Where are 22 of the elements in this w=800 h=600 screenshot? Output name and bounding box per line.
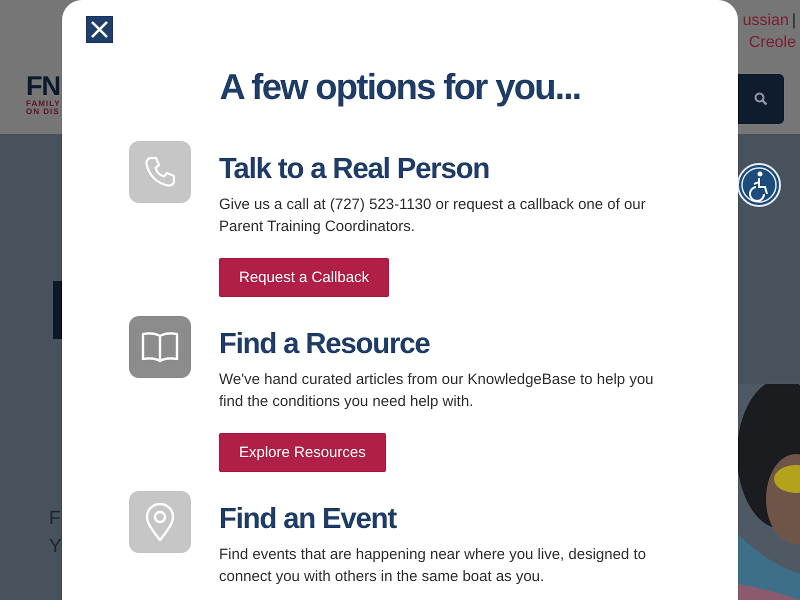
close-icon xyxy=(90,20,109,39)
separator: | xyxy=(792,12,796,30)
option-button[interactable]: Request a Callback xyxy=(219,258,390,297)
option-description: Give us a call at (727) 523-1130 or request a callback one of our Parent Training Coordinators. xyxy=(219,195,647,237)
close-button[interactable] xyxy=(86,16,113,43)
logo-tagline: ON DIS xyxy=(26,108,61,116)
option-description: Find events that are happening near where you live, designed to connect you with others in the same boat as you. xyxy=(219,545,647,587)
option-heading: Find an Event xyxy=(219,502,396,536)
option-description: We've hand curated articles from our KnowledgeBase to help you find the conditions you need help with. xyxy=(219,370,655,412)
option-heading: Find a Resource xyxy=(219,327,430,361)
search-button[interactable] xyxy=(738,74,784,124)
language-link[interactable]: Creole xyxy=(748,34,796,52)
search-icon xyxy=(754,92,768,106)
logo-tagline: FAMILY xyxy=(26,100,61,108)
option-button[interactable]: Explore Resources xyxy=(219,433,386,472)
accessibility-icon[interactable] xyxy=(737,163,781,207)
book-icon xyxy=(141,330,179,364)
language-link[interactable]: ussian xyxy=(742,12,789,30)
modal-title: A few options for you... xyxy=(218,65,582,109)
logo-text[interactable]: FN xyxy=(26,72,61,100)
option-heading: Talk to a Real Person xyxy=(219,152,490,186)
map-pin-icon xyxy=(144,502,176,542)
